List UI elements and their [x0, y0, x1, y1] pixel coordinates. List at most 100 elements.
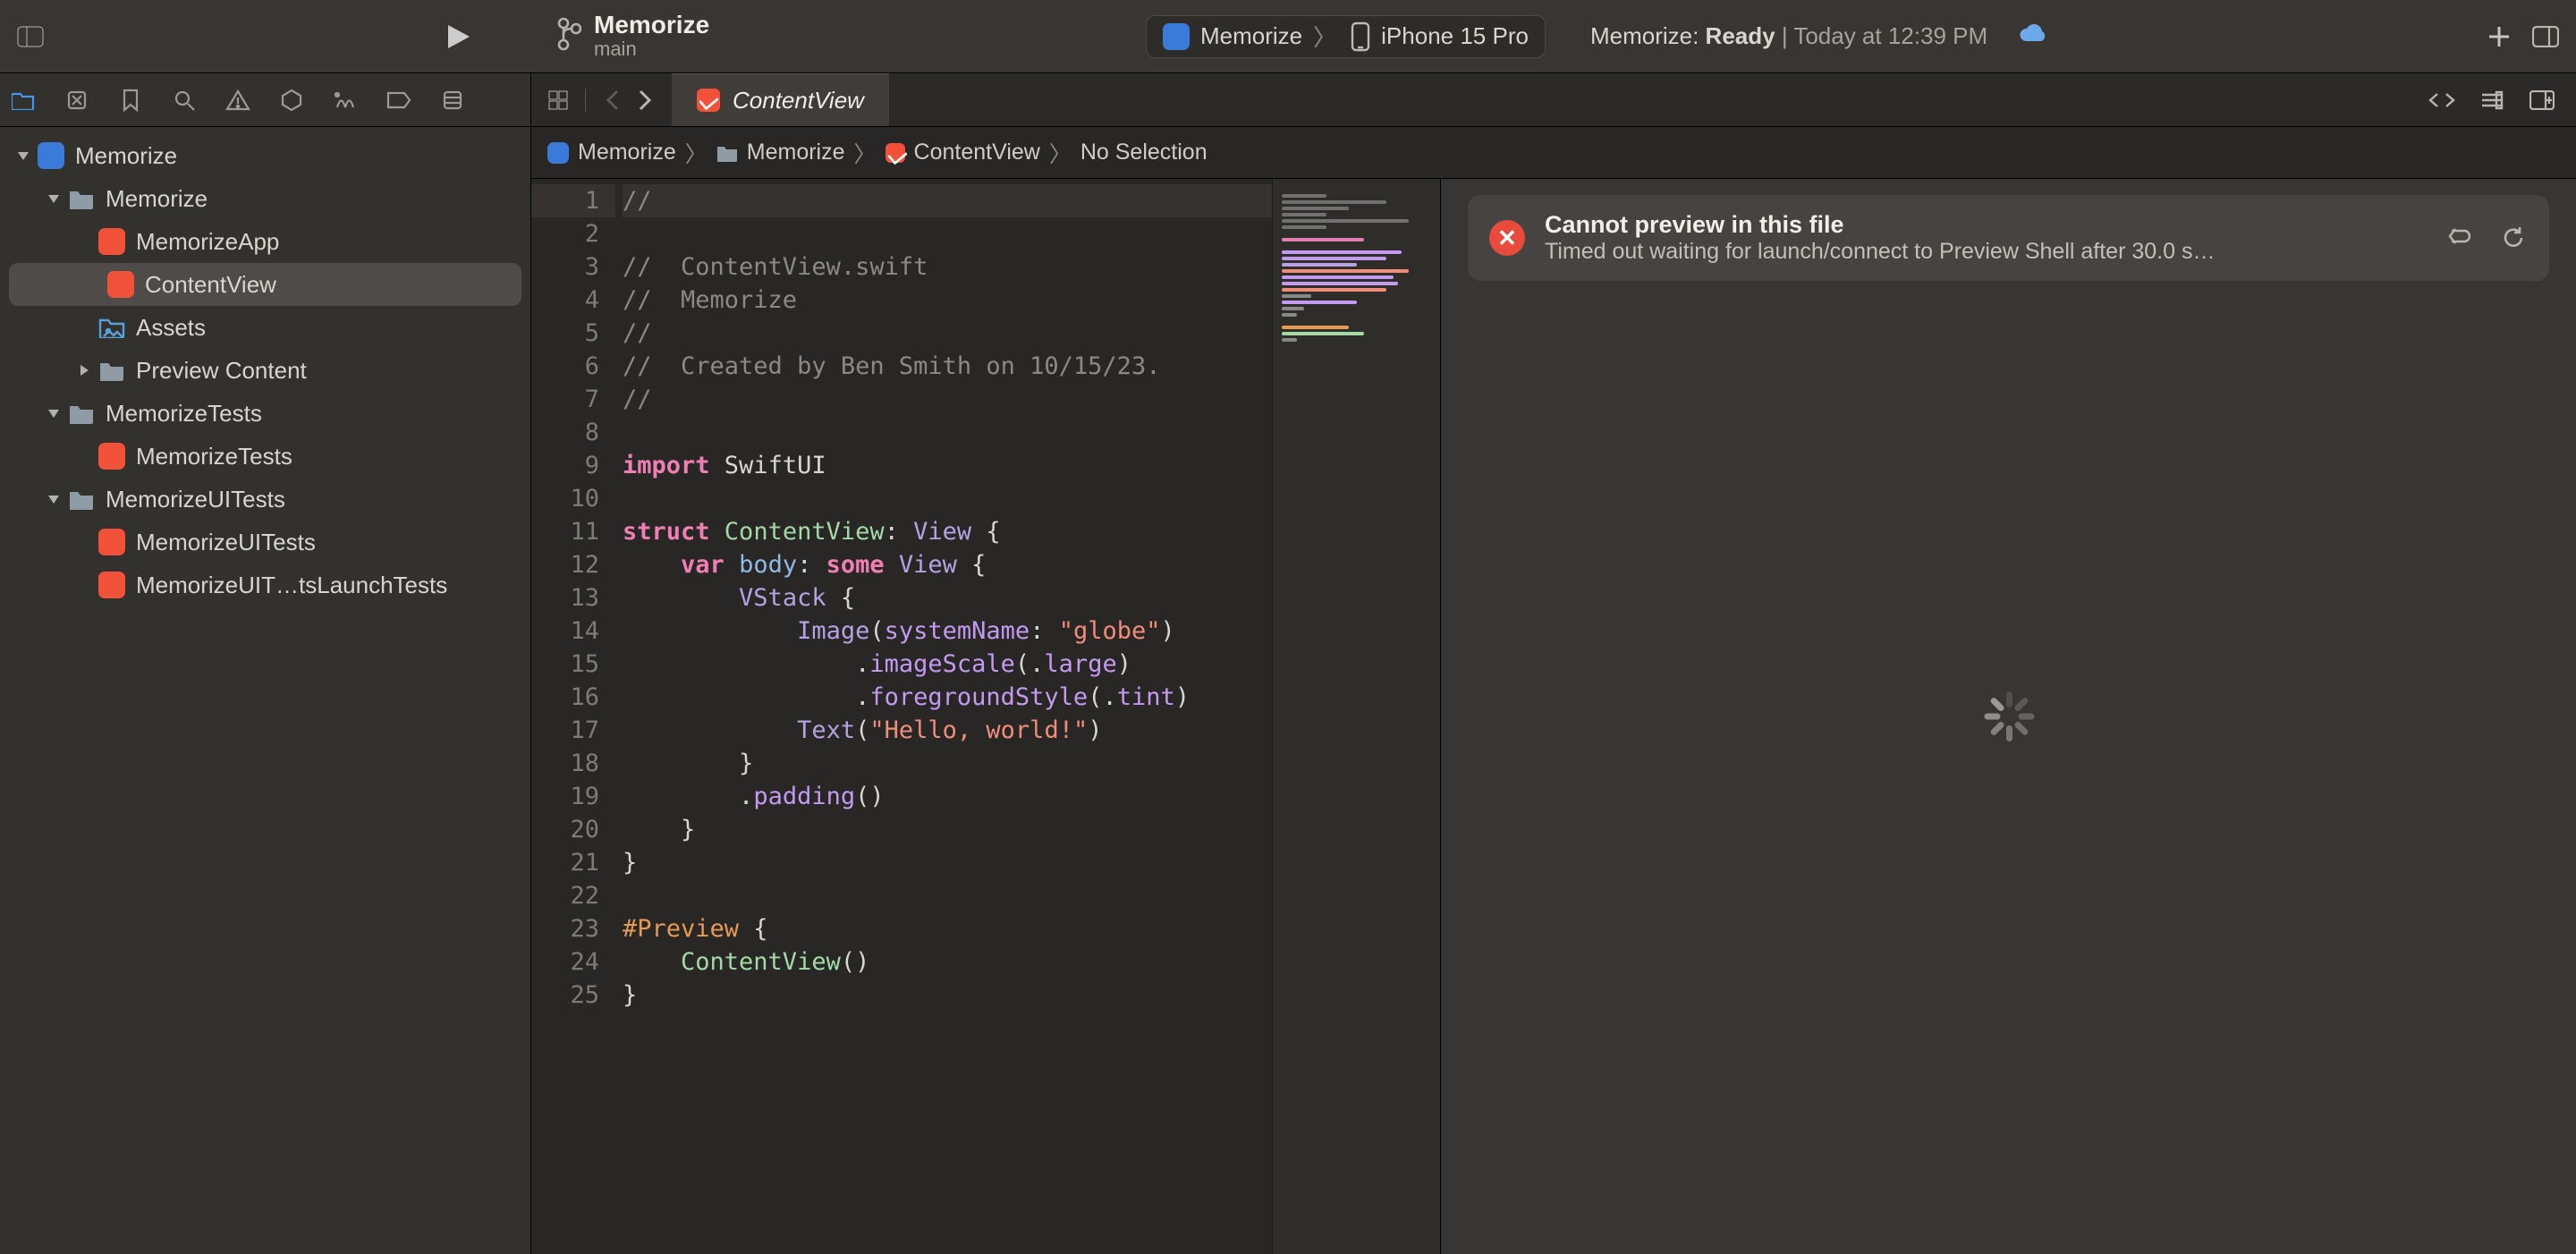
preview-canvas: ✕ Cannot preview in this file Timed out … [1440, 179, 2576, 1254]
separator [585, 89, 586, 112]
sidebar-item[interactable]: Assets [0, 306, 530, 349]
add-editor-icon[interactable] [2528, 86, 2556, 114]
adjust-editor-options-icon[interactable] [2478, 86, 2506, 114]
debug-navigator-icon[interactable] [331, 86, 360, 114]
sidebar-item-label: MemorizeTests [136, 443, 292, 470]
disclosure-triangle[interactable] [72, 358, 97, 383]
run-button[interactable] [438, 17, 478, 56]
disclosure-triangle[interactable] [41, 487, 66, 512]
disclosure-triangle[interactable] [41, 401, 66, 426]
sidebar-item-label: Preview Content [136, 357, 307, 385]
jump-bar[interactable]: Memorize 〉 Memorize 〉 ContentView 〉 No S… [531, 127, 2576, 179]
issues-navigator-icon[interactable] [224, 86, 252, 114]
sidebar-item[interactable]: MemorizeUITests [0, 478, 530, 521]
chevron-right-icon: 〉 [685, 137, 708, 169]
folder-icon [66, 183, 97, 214]
preview-error-title: Cannot preview in this file [1545, 211, 2215, 239]
disclosure-triangle[interactable] [72, 530, 97, 555]
sidebar-item[interactable]: MemorizeUITests [0, 521, 530, 563]
branch-icon [556, 16, 581, 56]
preview-error-detail: Timed out waiting for launch/connect to … [1545, 239, 2215, 265]
line-gutter: 1234567891011121314151617181920212223242… [531, 179, 615, 1254]
disclosure-triangle[interactable] [11, 143, 36, 168]
sidebar-item[interactable]: Memorize [0, 134, 530, 177]
sidebar-item[interactable]: Preview Content [0, 349, 530, 392]
assets-icon [97, 312, 127, 343]
folder-icon [66, 484, 97, 514]
project-icon [547, 142, 569, 164]
project-navigator[interactable]: Memorize Memorize MemorizeApp ContentView As… [0, 127, 531, 1254]
jumpbar-folder[interactable]: Memorize [747, 140, 845, 165]
tests-navigator-icon[interactable] [277, 86, 306, 114]
disclosure-triangle[interactable] [80, 272, 106, 297]
jumpbar-selection[interactable]: No Selection [1080, 140, 1208, 165]
jumpbar-file[interactable]: ContentView [914, 140, 1040, 165]
nav-back-button[interactable] [598, 86, 627, 114]
sidebar-item[interactable]: MemorizeTests [0, 435, 530, 478]
main-area: Memorize Memorize MemorizeApp ContentView As… [0, 127, 2576, 1254]
related-items-icon[interactable] [544, 86, 572, 114]
disclosure-triangle[interactable] [72, 444, 97, 469]
library-button[interactable] [2485, 22, 2513, 51]
swift-file-icon [106, 269, 136, 300]
jumpbar-project[interactable]: Memorize [578, 140, 676, 165]
chevron-right-icon: 〉 [854, 137, 877, 169]
sidebar-item-label: ContentView [145, 271, 276, 299]
disclosure-triangle[interactable] [72, 572, 97, 597]
code-content[interactable]: // // ContentView.swift // Memorize // /… [615, 179, 1272, 1254]
navigator-filter-bar [0, 73, 531, 126]
branch-name: main [594, 38, 709, 61]
branch-indicator[interactable]: Memorize main [556, 12, 709, 61]
retry-icon[interactable] [2499, 224, 2528, 252]
scheme-name: Memorize [1200, 22, 1302, 50]
editor-tab-label: ContentView [733, 87, 864, 114]
cloud-status-icon[interactable] [2018, 23, 2048, 49]
device-name: iPhone 15 Pro [1381, 22, 1529, 50]
sidebar-item[interactable]: ContentView [9, 263, 521, 306]
scheme-selector[interactable]: Memorize 〉 iPhone 15 Pro [1146, 15, 1546, 58]
swift-file-icon [97, 441, 127, 471]
sidebar-item-label: Assets [136, 314, 206, 342]
review-changes-icon[interactable] [2428, 86, 2456, 114]
sidebar-item-label: MemorizeUIT…tsLaunchTests [136, 572, 447, 599]
activity-status: Memorize: Ready | Today at 12:39 PM [1590, 22, 1987, 50]
editor-tab[interactable]: ContentView [672, 73, 889, 126]
sidebar-item[interactable]: MemorizeApp [0, 220, 530, 263]
loading-spinner [1980, 688, 2038, 745]
swift-file-icon [697, 89, 720, 112]
project-navigator-icon[interactable] [9, 86, 38, 114]
app-icon [36, 140, 66, 171]
preview-error-banner: ✕ Cannot preview in this file Timed out … [1468, 195, 2549, 281]
tab-bar: ContentView [531, 73, 2576, 126]
diagnostics-icon[interactable] [2444, 224, 2472, 252]
folder-icon [716, 144, 738, 162]
bookmarks-navigator-icon[interactable] [116, 86, 145, 114]
swift-file-icon [886, 143, 905, 163]
sidebar-item-label: MemorizeApp [136, 228, 279, 256]
disclosure-triangle[interactable] [72, 315, 97, 340]
subbar: ContentView [0, 73, 2576, 127]
toggle-inspector-icon[interactable] [2531, 22, 2560, 51]
breakpoints-navigator-icon[interactable] [385, 86, 413, 114]
sidebar-item-label: MemorizeUITests [106, 486, 285, 513]
swift-file-icon [97, 570, 127, 600]
editor-area: Memorize 〉 Memorize 〉 ContentView 〉 No S… [531, 127, 2576, 1254]
disclosure-triangle[interactable] [72, 229, 97, 254]
nav-forward-button[interactable] [631, 86, 659, 114]
minimap[interactable] [1272, 179, 1440, 1254]
folder-icon [97, 355, 127, 386]
sidebar-item[interactable]: Memorize [0, 177, 530, 220]
source-control-navigator-icon[interactable] [63, 86, 91, 114]
swift-file-icon [97, 527, 127, 557]
sidebar-item[interactable]: MemorizeUIT…tsLaunchTests [0, 563, 530, 606]
find-navigator-icon[interactable] [170, 86, 199, 114]
reports-navigator-icon[interactable] [438, 86, 467, 114]
project-name: Memorize [594, 12, 709, 38]
scheme-app-icon [1163, 23, 1190, 50]
sidebar-item-label: Memorize [75, 142, 177, 170]
toolbar: Memorize main Memorize 〉 iPhone 15 Pro M… [0, 0, 2576, 73]
toggle-navigator-icon[interactable] [16, 22, 45, 51]
sidebar-item[interactable]: MemorizeTests [0, 392, 530, 435]
code-editor[interactable]: 1234567891011121314151617181920212223242… [531, 179, 1272, 1254]
disclosure-triangle[interactable] [41, 186, 66, 211]
